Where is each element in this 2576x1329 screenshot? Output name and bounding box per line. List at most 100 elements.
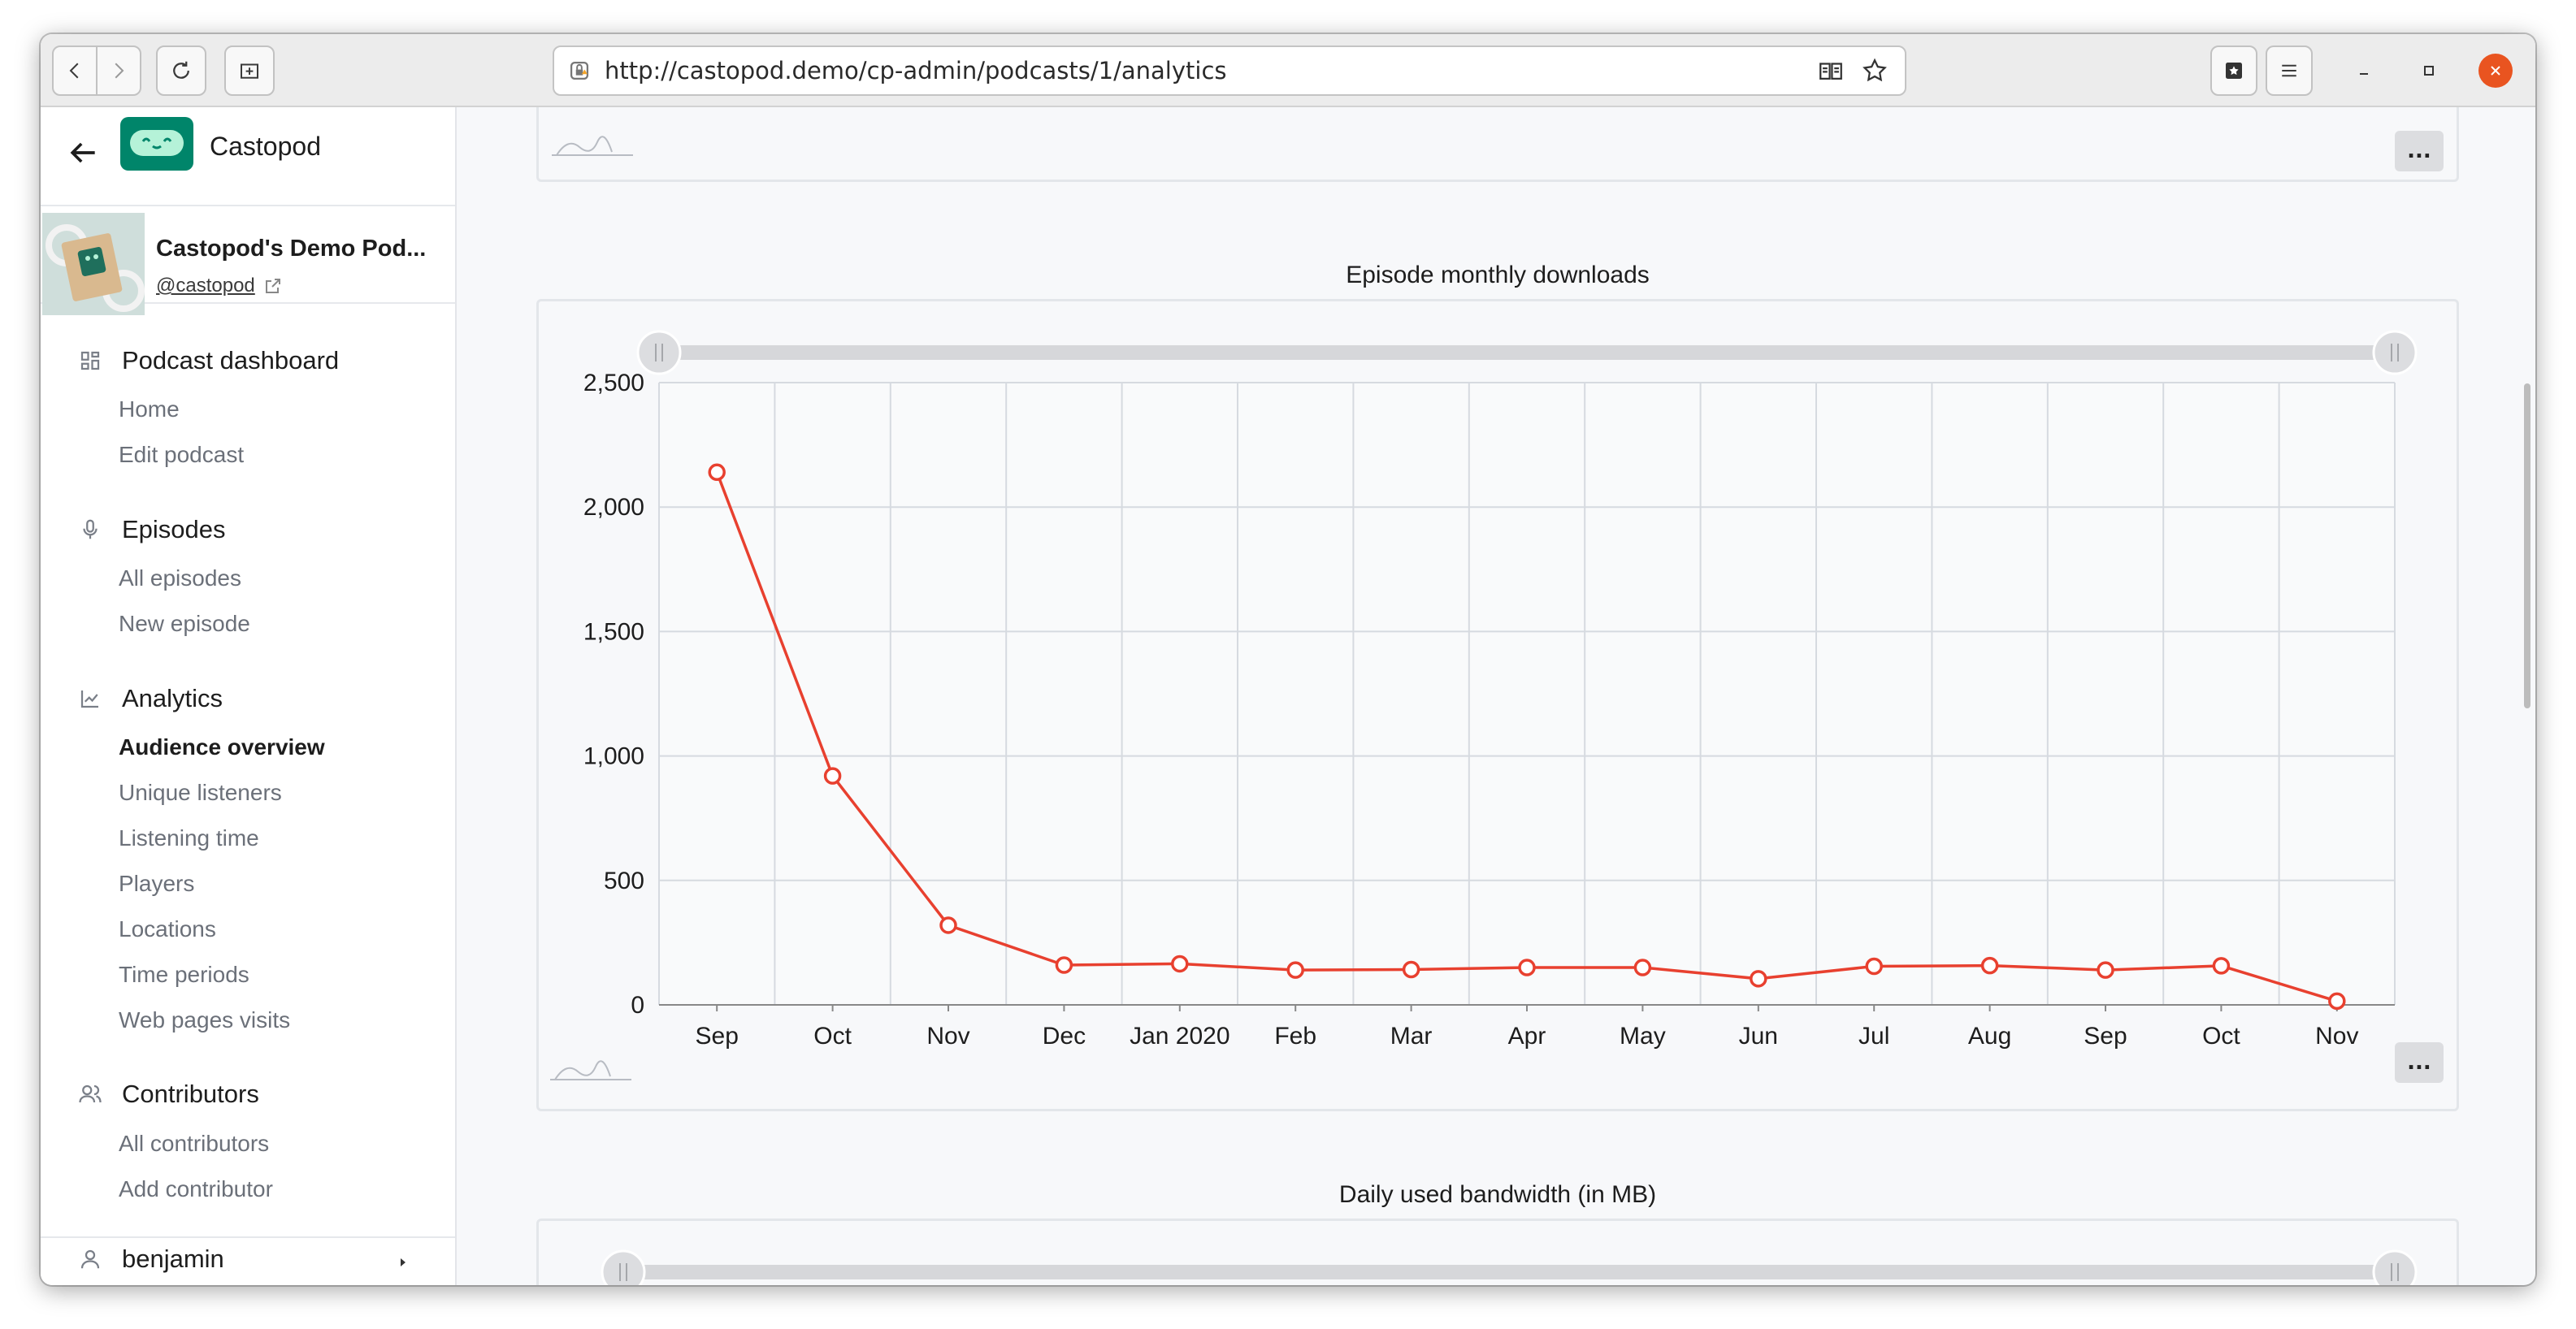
previous-chart-more-button[interactable]: ... — [2395, 131, 2444, 171]
data-point[interactable] — [1286, 961, 1304, 979]
x-tick-label: Oct — [813, 1023, 852, 1050]
nav-item-home[interactable]: Home — [119, 396, 180, 422]
castopod-logo[interactable] — [120, 117, 193, 171]
maximize-button[interactable] — [2412, 54, 2446, 88]
x-tick-label: May — [1620, 1023, 1666, 1050]
podcast-handle-link[interactable]: @castopod — [156, 275, 255, 297]
daily-bandwidth-chart: 10 — [601, 1249, 2418, 1285]
address-bar[interactable]: http://castopod.demo/cp-admin/podcasts/1… — [553, 45, 1906, 96]
bookmark-star-icon[interactable] — [1861, 57, 1889, 84]
minimize-button[interactable] — [2347, 54, 2381, 88]
data-point[interactable] — [1980, 956, 1999, 975]
data-point[interactable] — [1633, 959, 1652, 976]
plot-area — [659, 383, 2395, 1005]
contributors-icon — [79, 1084, 102, 1103]
data-point[interactable] — [1865, 957, 1883, 976]
data-point[interactable] — [823, 767, 842, 785]
y-tick-label: 2,000 — [583, 494, 644, 521]
nav-item-locations[interactable]: Locations — [119, 916, 216, 942]
browser-toolbar: http://castopod.demo/cp-admin/podcasts/1… — [41, 34, 2535, 107]
nav-section-label: Episodes — [122, 515, 226, 543]
close-window-button[interactable] — [2478, 54, 2513, 88]
x-tick-label: Jun — [1739, 1023, 1778, 1050]
user-menu[interactable]: benjamin — [41, 1236, 455, 1285]
close-icon — [2491, 66, 2500, 76]
nav-section-contributors[interactable]: Contributors — [78, 1080, 259, 1109]
data-point[interactable] — [708, 463, 726, 482]
user-icon — [80, 1249, 100, 1269]
x-tick-label: Jul — [1858, 1023, 1889, 1050]
dashboard-icon — [80, 351, 100, 370]
nav-item-unique-listeners[interactable]: Unique listeners — [119, 780, 282, 806]
data-point[interactable] — [1750, 970, 1767, 988]
nav-section-dashboard[interactable]: Podcast dashboard — [78, 346, 339, 375]
x-tick-label: Aug — [1968, 1023, 2011, 1050]
data-point[interactable] — [2097, 961, 2114, 979]
monthly-downloads-panel: 0 500 1,000 1,500 2,000 2,500 Sep Oct Nov Dec Jan … — [536, 299, 2459, 1111]
nav-item-players[interactable]: Players — [119, 871, 194, 897]
logo-graphic — [130, 130, 184, 156]
bookmarks-library-button[interactable] — [2210, 45, 2257, 96]
data-point[interactable] — [1402, 960, 1420, 979]
reload-button[interactable] — [156, 45, 206, 96]
nav-item-edit-podcast[interactable]: Edit podcast — [119, 442, 244, 468]
zoom-slider-left-handle[interactable] — [636, 330, 682, 375]
data-point[interactable] — [1055, 956, 1073, 974]
reload-icon — [173, 61, 189, 79]
data-point[interactable] — [1171, 955, 1189, 973]
user-menu-toggle[interactable]: benjamin — [78, 1245, 224, 1274]
new-tab-icon — [241, 63, 258, 79]
nav-item-all-contributors[interactable]: All contributors — [119, 1131, 269, 1157]
nav-item-audience-overview[interactable]: Audience overview — [119, 734, 325, 760]
back-button[interactable] — [52, 45, 98, 96]
y-tick-label: 0 — [631, 992, 644, 1019]
podcast-card[interactable]: Castopod's Demo Pod... @castopod — [41, 208, 455, 315]
monthly-downloads-chart: 0 500 1,000 1,500 2,000 2,500 Sep Oct Nov Dec Jan … — [550, 330, 2418, 1080]
url-text: http://castopod.demo/cp-admin/podcasts/1… — [605, 57, 1227, 84]
external-link-icon[interactable] — [263, 276, 283, 296]
zoom-slider-track[interactable] — [623, 1265, 2395, 1279]
x-tick-label: Apr — [1508, 1023, 1546, 1050]
caret-right-icon — [401, 1258, 405, 1266]
new-tab-button[interactable] — [224, 45, 275, 96]
nav-item-time-periods[interactable]: Time periods — [119, 962, 249, 988]
brand-header: Castopod — [41, 107, 455, 206]
brand-name[interactable]: Castopod — [210, 132, 321, 162]
maximize-icon — [2424, 66, 2434, 76]
data-point[interactable] — [2212, 957, 2231, 975]
chevron-right-icon — [115, 63, 124, 79]
nav-section-label: Analytics — [122, 684, 223, 712]
y-tick-label: 1,000 — [583, 743, 644, 770]
nav-item-add-contributor[interactable]: Add contributor — [119, 1176, 273, 1202]
nav-item-listening-time[interactable]: Listening time — [119, 825, 259, 851]
monthly-downloads-more-button[interactable]: ... — [2395, 1042, 2444, 1083]
data-point[interactable] — [1518, 959, 1536, 976]
daily-bandwidth-panel: 10 — [536, 1219, 2459, 1285]
microphone-icon — [83, 519, 98, 539]
data-point[interactable] — [939, 916, 957, 934]
chart-title-daily-bandwidth: Daily used bandwidth (in MB) — [1338, 1181, 1657, 1208]
page-scrollbar[interactable] — [2524, 383, 2530, 708]
menu-button[interactable] — [2266, 45, 2313, 96]
cover-artwork — [42, 213, 145, 315]
nav-section-analytics[interactable]: Analytics — [78, 684, 223, 713]
forward-button[interactable] — [96, 45, 141, 96]
nav-item-web-pages-visits[interactable]: Web pages visits — [119, 1007, 290, 1033]
hamburger-menu-icon — [2282, 64, 2296, 77]
back-arrow-icon[interactable] — [65, 135, 101, 171]
nav-item-new-episode[interactable]: New episode — [119, 611, 250, 637]
zoom-slider-right-handle[interactable] — [2372, 330, 2418, 375]
previous-chart-panel: ... — [536, 107, 2459, 182]
reader-view-icon[interactable] — [1817, 57, 1845, 84]
main-content: ... Episode monthly downloads 0 500 1,000 1… — [458, 107, 2535, 1285]
zoom-preview-icon — [550, 1060, 631, 1080]
y-tick-label: 500 — [604, 868, 644, 894]
nav-item-all-episodes[interactable]: All episodes — [119, 565, 241, 591]
zoom-slider-track[interactable] — [659, 345, 2395, 360]
zoom-slider-right-handle[interactable] — [2372, 1249, 2418, 1285]
x-tick-label: Mar — [1390, 1023, 1433, 1050]
data-point[interactable] — [2328, 992, 2346, 1011]
nav-section-episodes[interactable]: Episodes — [78, 515, 226, 544]
zoom-slider-left-handle[interactable] — [601, 1249, 646, 1285]
y-tick-label: 1,500 — [583, 618, 644, 645]
